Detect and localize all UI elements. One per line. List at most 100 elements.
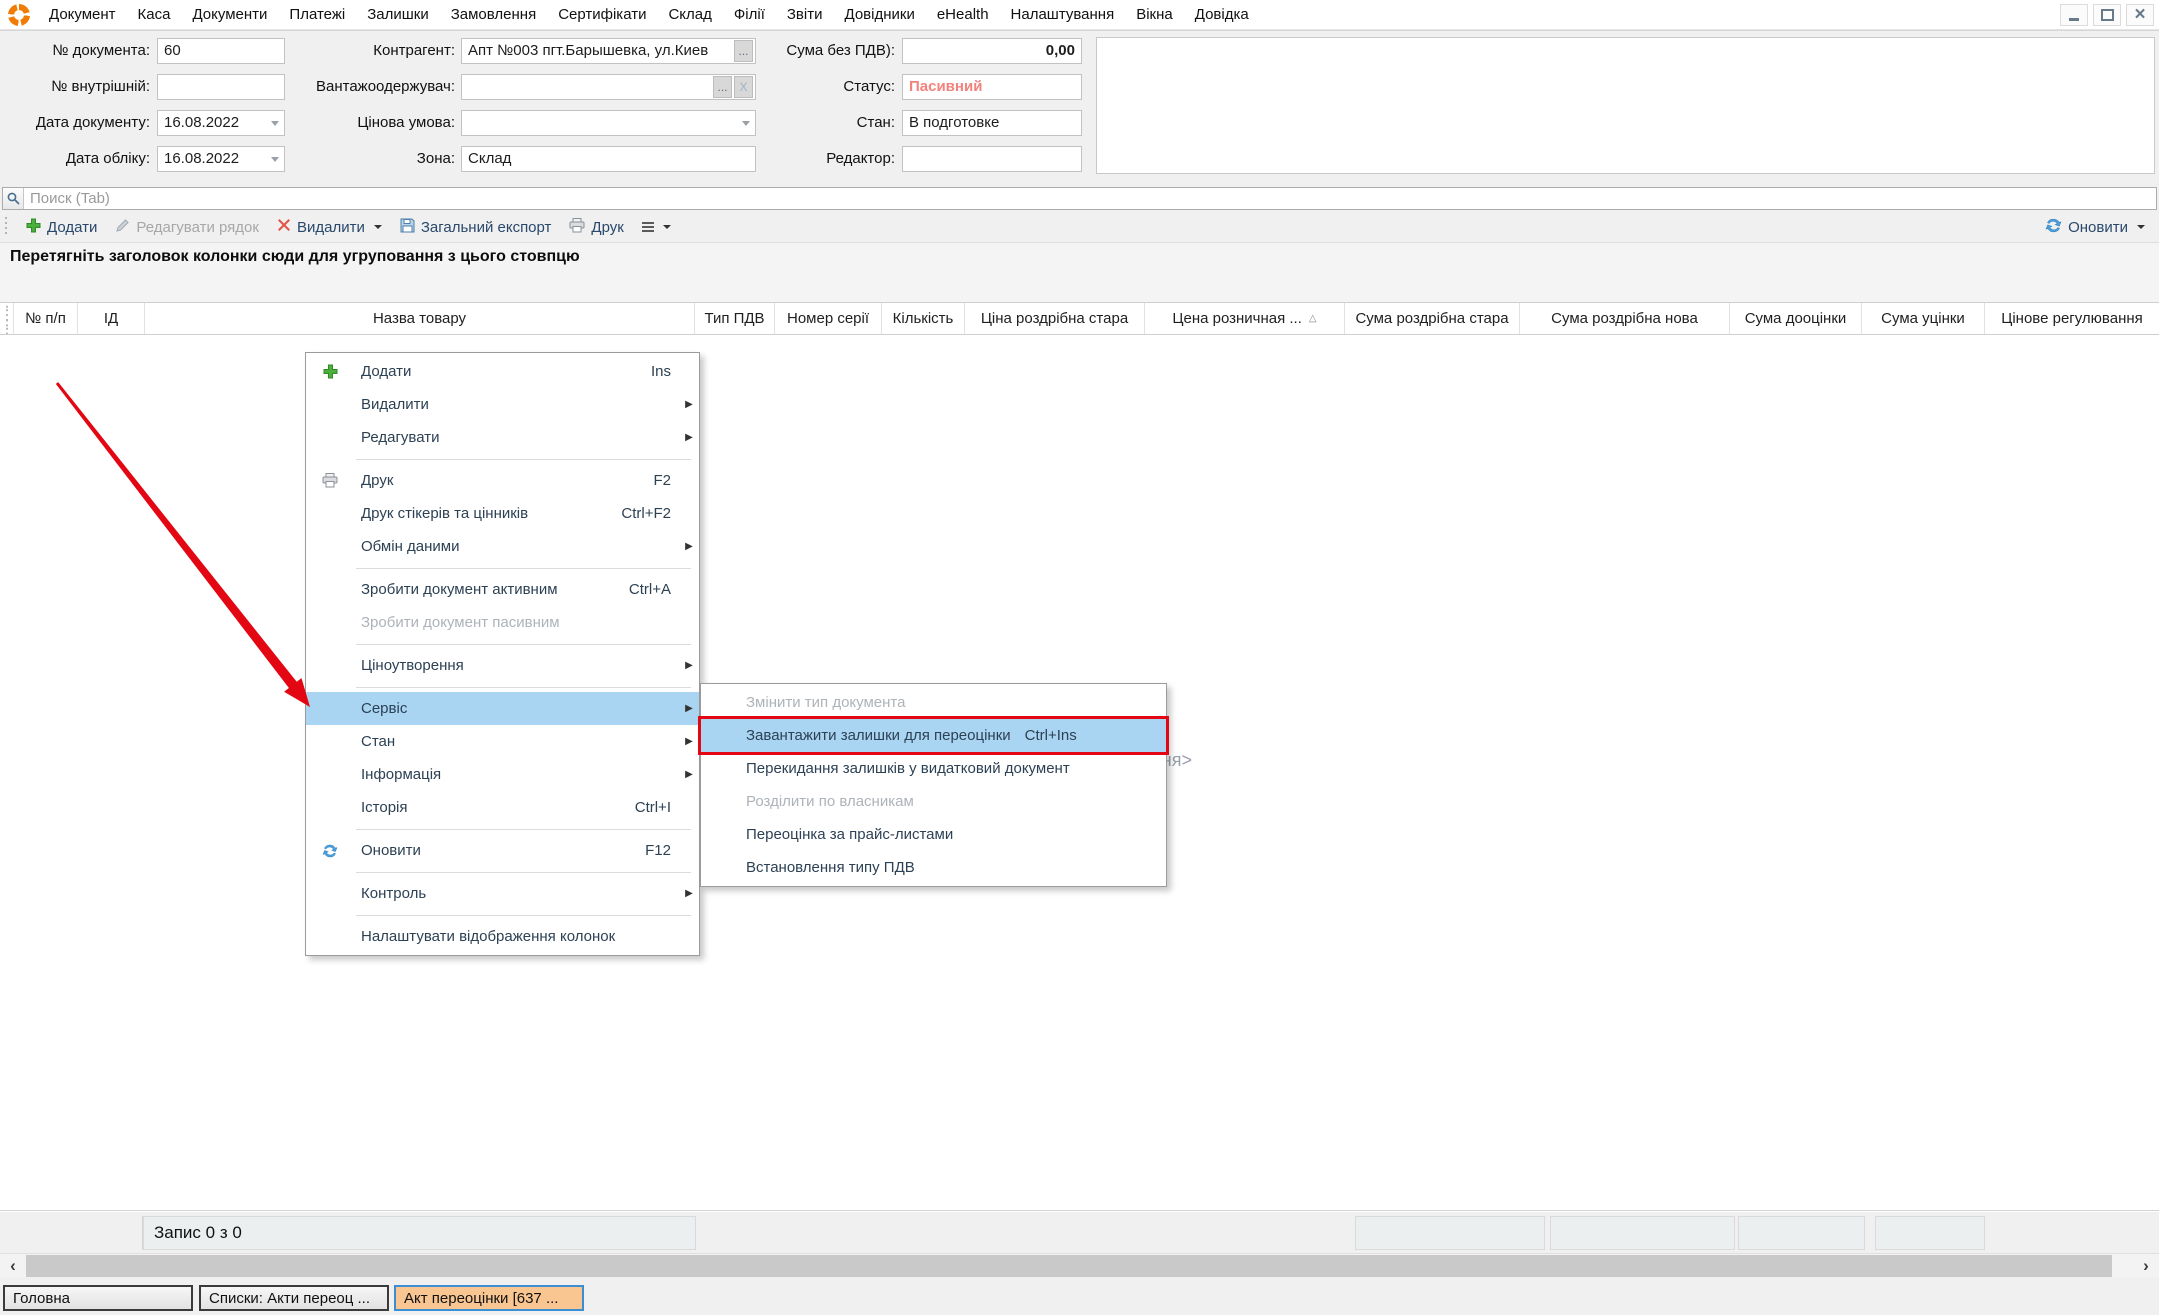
context-menu-item-print[interactable]: Друк F2 bbox=[306, 464, 699, 497]
sum-without-vat-label: Сума без ПДВ): bbox=[735, 38, 895, 64]
menu-reports[interactable]: Звіти bbox=[776, 2, 834, 28]
column-header-series-number[interactable]: Номер серії bbox=[775, 303, 882, 334]
zone-field[interactable]: Склад bbox=[461, 146, 756, 172]
column-header-markup-sum[interactable]: Сума дооцінки bbox=[1730, 303, 1862, 334]
close-button[interactable]: × bbox=[2126, 4, 2154, 26]
horizontal-scrollbar[interactable]: ‹ › bbox=[0, 1253, 2159, 1277]
state-field[interactable]: В подготовке bbox=[902, 110, 1082, 136]
plus-icon bbox=[306, 364, 354, 379]
column-header-retail-sum-old[interactable]: Сума роздрібна стара bbox=[1345, 303, 1520, 334]
application-window: Документ Каса Документи Платежі Залишки … bbox=[0, 0, 2159, 1315]
context-menu-item-configure-columns[interactable]: Налаштувати відображення колонок bbox=[306, 920, 699, 953]
status-segment bbox=[1875, 1216, 1985, 1250]
menu-branches[interactable]: Філії bbox=[723, 2, 776, 28]
context-menu-item-refresh[interactable]: Оновити F12 bbox=[306, 834, 699, 867]
menu-payments[interactable]: Платежі bbox=[278, 2, 356, 28]
context-menu-item-state[interactable]: Стан ▶ bbox=[306, 725, 699, 758]
context-menu-item-delete[interactable]: Видалити ▶ bbox=[306, 388, 699, 421]
column-header-retail-price-sorted[interactable]: Цена розничная ... △ bbox=[1145, 303, 1345, 334]
submenu-item-price-list-revaluation[interactable]: Переоцінка за прайс-листами bbox=[701, 818, 1166, 851]
context-menu-item-history[interactable]: Історія Ctrl+I bbox=[306, 791, 699, 824]
submenu-arrow-icon: ▶ bbox=[679, 888, 699, 899]
menu-settings[interactable]: Налаштування bbox=[1000, 2, 1126, 28]
column-header-retail-sum-new[interactable]: Сума роздрібна нова bbox=[1520, 303, 1730, 334]
tab-revaluation-acts-list[interactable]: Списки: Акти переоц ... bbox=[199, 1285, 389, 1311]
menu-documents[interactable]: Документи bbox=[181, 2, 278, 28]
column-header-vat-type[interactable]: Тип ПДВ bbox=[695, 303, 775, 334]
scrollbar-thumb[interactable] bbox=[26, 1255, 2112, 1277]
comment-memo-box[interactable] bbox=[1096, 37, 2155, 174]
add-button[interactable]: Додати bbox=[17, 214, 106, 240]
refresh-button[interactable]: Оновити bbox=[2036, 214, 2159, 240]
context-menu-item-print-stickers[interactable]: Друк стікерів та цінників Ctrl+F2 bbox=[306, 497, 699, 530]
submenu-arrow-icon: ▶ bbox=[679, 660, 699, 671]
view-options-button[interactable] bbox=[633, 214, 680, 240]
menu-separator bbox=[356, 644, 691, 645]
submenu-item-transfer-balances[interactable]: Перекидання залишків у видатковий докуме… bbox=[701, 752, 1166, 785]
restore-button[interactable] bbox=[2093, 4, 2121, 26]
submenu-item-change-doc-type: Змінити тип документа bbox=[701, 686, 1166, 719]
general-export-button[interactable]: Загальний експорт bbox=[391, 214, 561, 240]
doc-number-field[interactable]: 60 bbox=[157, 38, 285, 64]
scroll-left-icon[interactable]: ‹ bbox=[0, 1254, 26, 1278]
lookup-ellipsis-button[interactable]: ... bbox=[713, 76, 732, 98]
menu-directories[interactable]: Довідники bbox=[834, 2, 926, 28]
context-menu: Додати Ins Видалити ▶ Редагувати ▶ Друк … bbox=[305, 352, 700, 956]
status-segment bbox=[1355, 1216, 1545, 1250]
printer-icon bbox=[569, 218, 585, 237]
menu-warehouse[interactable]: Склад bbox=[657, 2, 722, 28]
edit-row-button[interactable]: Редагувати рядок bbox=[106, 214, 268, 240]
column-header-product-name[interactable]: Назва товару bbox=[145, 303, 695, 334]
column-header-markdown-sum[interactable]: Сума уцінки bbox=[1862, 303, 1985, 334]
column-header-id[interactable]: ІД bbox=[78, 303, 145, 334]
context-menu-item-information[interactable]: Інформація ▶ bbox=[306, 758, 699, 791]
column-header-quantity[interactable]: Кількість bbox=[882, 303, 965, 334]
menu-windows[interactable]: Вікна bbox=[1125, 2, 1184, 28]
window-controls: × bbox=[2060, 4, 2159, 26]
context-menu-item-edit[interactable]: Редагувати ▶ bbox=[306, 421, 699, 454]
menu-cash[interactable]: Каса bbox=[127, 2, 182, 28]
search-icon[interactable] bbox=[3, 188, 24, 209]
context-menu-item-make-active[interactable]: Зробити документ активним Ctrl+A bbox=[306, 573, 699, 606]
sum-without-vat-field[interactable]: 0,00 bbox=[902, 38, 1082, 64]
consignee-field[interactable]: ... X bbox=[461, 74, 756, 100]
context-menu-item-pricing[interactable]: Ціноутворення ▶ bbox=[306, 649, 699, 682]
doc-date-field[interactable]: 16.08.2022 bbox=[157, 110, 285, 136]
header-grip-handle[interactable] bbox=[0, 303, 14, 334]
print-button[interactable]: Друк bbox=[560, 214, 632, 240]
menu-certificates[interactable]: Сертифікати bbox=[547, 2, 657, 28]
submenu-item-load-balances-for-revaluation[interactable]: Завантажити залишки для переоцінки Ctrl+… bbox=[701, 719, 1166, 752]
column-header-retail-price-old[interactable]: Ціна роздрібна стара bbox=[965, 303, 1145, 334]
minimize-button[interactable] bbox=[2060, 4, 2088, 26]
tab-main[interactable]: Головна bbox=[3, 1285, 193, 1311]
menu-orders[interactable]: Замовлення bbox=[440, 2, 547, 28]
search-input[interactable] bbox=[24, 189, 2156, 208]
context-menu-item-add[interactable]: Додати Ins bbox=[306, 355, 699, 388]
menu-ehealth[interactable]: eHealth bbox=[926, 2, 1000, 28]
menu-separator bbox=[356, 915, 691, 916]
menu-help[interactable]: Довідка bbox=[1184, 2, 1260, 28]
internal-number-field[interactable] bbox=[157, 74, 285, 100]
editor-field[interactable] bbox=[902, 146, 1082, 172]
column-header-row-number[interactable]: № п/п bbox=[14, 303, 78, 334]
submenu-item-set-vat-type[interactable]: Встановлення типу ПДВ bbox=[701, 851, 1166, 884]
context-menu-item-service[interactable]: Сервіс ▶ bbox=[306, 692, 699, 725]
menu-balances[interactable]: Залишки bbox=[356, 2, 440, 28]
column-header-price-regulation[interactable]: Цінове регулювання bbox=[1985, 303, 2159, 334]
price-condition-field[interactable] bbox=[461, 110, 756, 136]
tab-revaluation-act-active[interactable]: Акт переоцінки [637 ... bbox=[394, 1285, 584, 1311]
group-by-panel[interactable]: Перетягніть заголовок колонки сюди для у… bbox=[0, 242, 2159, 302]
delete-button[interactable]: Видалити bbox=[268, 214, 391, 240]
status-field[interactable]: Пасивний bbox=[902, 74, 1082, 100]
menu-document[interactable]: Документ bbox=[38, 2, 127, 28]
document-header-panel: № документа: 60 № внутрішній: Дата докум… bbox=[0, 30, 2159, 185]
contractor-field[interactable]: Апт №003 пгт.Барышевка, ул.Киев ... bbox=[461, 38, 756, 64]
account-date-field[interactable]: 16.08.2022 bbox=[157, 146, 285, 172]
submenu-arrow-icon: ▶ bbox=[679, 703, 699, 714]
status-label: Статус: bbox=[735, 74, 895, 100]
context-menu-item-data-exchange[interactable]: Обмін даними ▶ bbox=[306, 530, 699, 563]
context-menu-item-control[interactable]: Контроль ▶ bbox=[306, 877, 699, 910]
toolbar-grip-handle[interactable] bbox=[5, 217, 10, 237]
scroll-right-icon[interactable]: › bbox=[2133, 1254, 2159, 1278]
menu-separator bbox=[356, 872, 691, 873]
